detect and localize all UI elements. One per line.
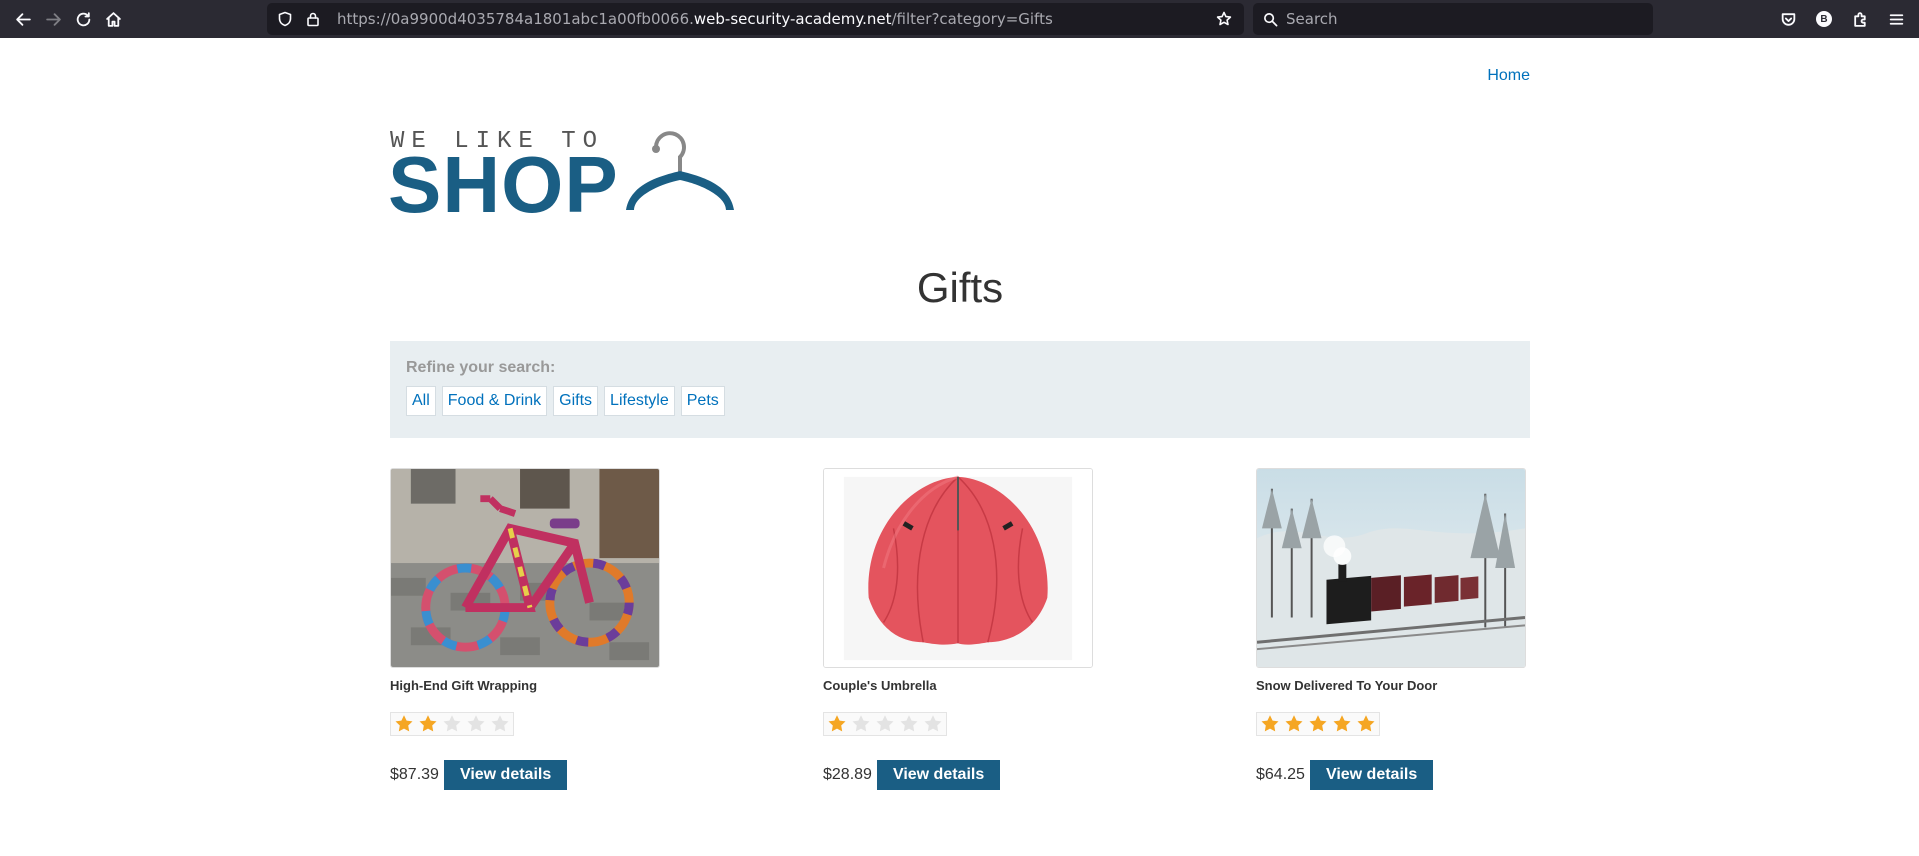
star-icon [873,713,897,735]
star-icon [1354,713,1378,735]
product-rating [1256,712,1380,736]
product-purchase: $87.39 View details [390,760,660,790]
search-placeholder: Search [1286,10,1338,28]
hanger-icon [626,131,734,210]
reload-button[interactable] [68,4,98,34]
home-button[interactable] [98,4,128,34]
star-icon [488,713,512,735]
bookmark-star-icon[interactable] [1210,11,1238,27]
filter-link-pets[interactable]: Pets [680,386,725,416]
search-icon [1264,12,1278,26]
back-button[interactable] [8,4,38,34]
url-path: /filter?category=Gifts [891,10,1053,28]
toolbar-right-icons: B [1770,4,1914,34]
filter-links: All Food & Drink Gifts Lifestyle Pets [406,386,1514,416]
product-name: Couple's Umbrella [823,678,937,693]
star-icon [464,713,488,735]
view-details-button[interactable]: View details [876,760,1001,790]
home-link[interactable]: Home [1487,67,1530,85]
extensions-button[interactable] [1842,4,1878,34]
product-image-couples-umbrella[interactable] [823,468,1093,668]
extensions-icon [1853,11,1866,27]
product-name: High-End Gift Wrapping [390,678,538,693]
page-title: Gifts [916,264,1004,311]
star-icon [1258,713,1282,735]
url-host: web-security-academy.net [693,10,892,28]
filter-link-lifestyle[interactable]: Lifestyle [604,386,675,416]
product-card: Snow Delivered To Your Door $64.25 View … [1256,468,1526,790]
shield-icon[interactable] [271,11,299,27]
forward-button[interactable] [38,4,68,34]
product-rating [390,712,514,736]
lock-icon[interactable] [299,11,327,27]
star-icon [1330,713,1354,735]
filter-link-all[interactable]: All [406,386,436,416]
star-icon [849,713,873,735]
pocket-button[interactable] [1770,4,1806,34]
menu-button[interactable] [1878,4,1914,34]
home-icon [105,11,121,27]
url-text[interactable]: https://0a9900d4035784a1801abc1a00fb0066… [337,10,1210,28]
filter-panel: Refine your search: All Food & Drink Gif… [390,341,1530,438]
account-button[interactable]: B [1806,4,1842,34]
product-card: Couple's Umbrella $28.89 View details [823,468,1093,790]
product-image-snow-train[interactable] [1256,468,1526,668]
url-prefix: https://0a9900d4035784a1801abc1a00fb0066… [337,10,694,28]
product-purchase: $64.25 View details [1256,760,1526,790]
star-icon [1306,713,1330,735]
view-details-button[interactable]: View details [443,760,568,790]
product-rating [823,712,947,736]
search-bar[interactable]: Search [1253,3,1653,35]
pocket-icon [1781,12,1795,26]
star-icon [416,713,440,735]
filter-label: Refine your search: [406,359,556,376]
product-name: Snow Delivered To Your Door [1256,678,1438,693]
product-price: $64.25 [1256,766,1305,783]
back-icon [15,12,31,26]
star-icon [921,713,945,735]
account-icon: B [1816,11,1832,27]
star-icon [392,713,416,735]
product-purchase: $28.89 View details [823,760,1093,790]
url-bar[interactable]: https://0a9900d4035784a1801abc1a00fb0066… [267,3,1244,35]
reload-icon [76,11,90,26]
star-icon [825,713,849,735]
browser-toolbar: https://0a9900d4035784a1801abc1a00fb0066… [0,0,1919,38]
product-price: $87.39 [390,766,439,783]
logo-wordmark: SHOP [388,140,619,229]
forward-icon [45,12,61,26]
shop-logo[interactable]: WE LIKE TO SHOP [388,128,750,229]
product-image-gift-wrapping[interactable] [390,468,660,668]
view-details-button[interactable]: View details [1309,760,1434,790]
star-icon [1282,713,1306,735]
filter-link-gifts[interactable]: Gifts [553,386,599,416]
product-price: $28.89 [823,766,872,783]
product-card: High-End Gift Wrapping $87.39 View detai… [390,468,660,790]
star-icon [897,713,921,735]
star-icon [440,713,464,735]
menu-icon [1889,13,1903,25]
filter-link-food-drink[interactable]: Food & Drink [441,386,548,416]
